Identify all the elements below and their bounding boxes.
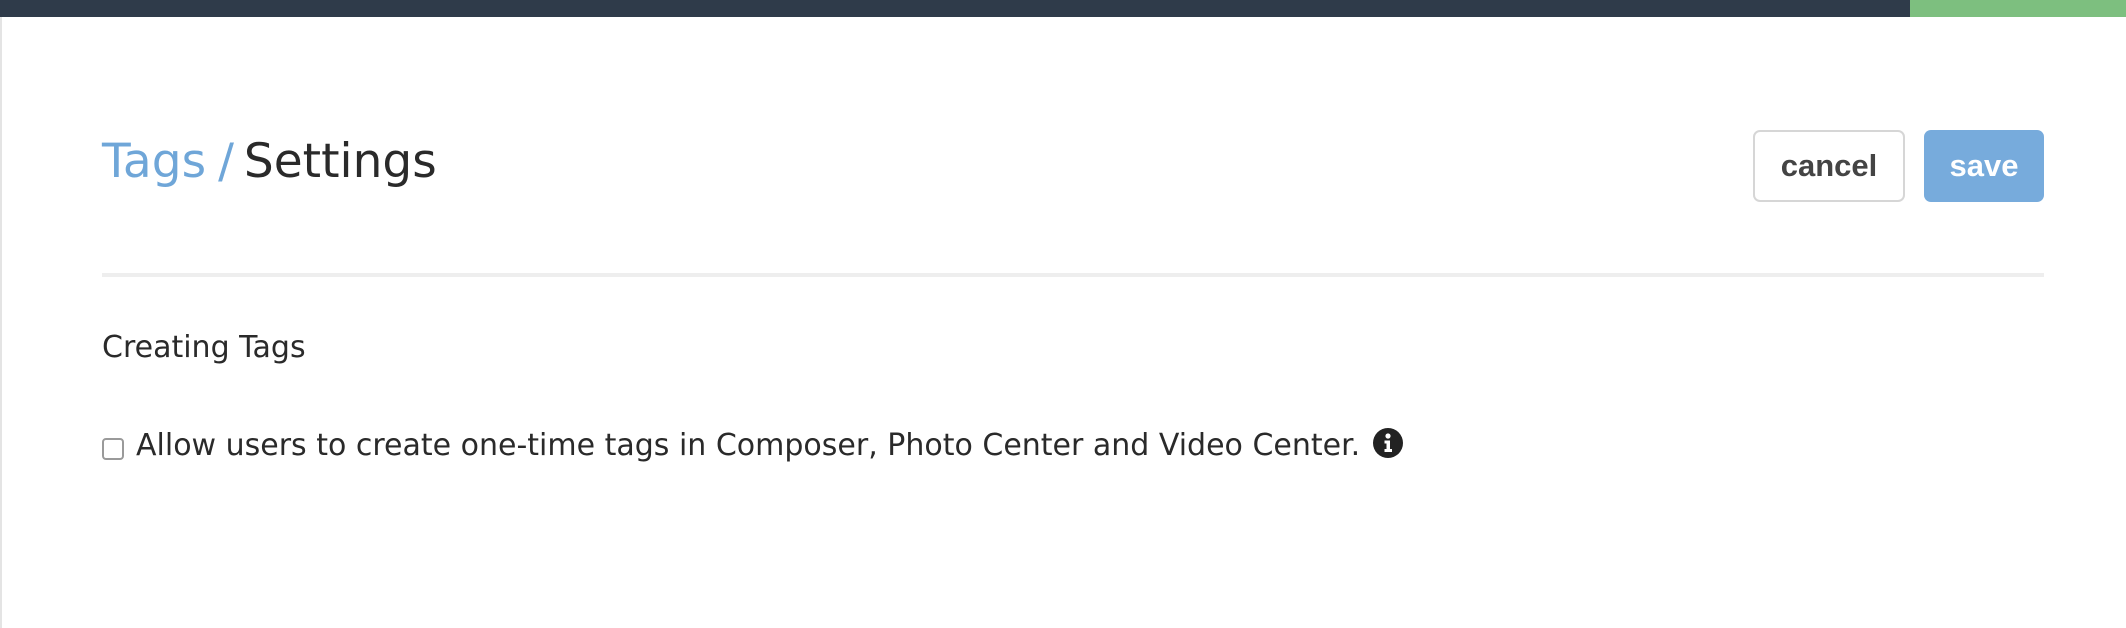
breadcrumb: Tags / Settings [102,134,437,190]
left-border [0,17,2,628]
page-header: Tags / Settings cancel save [102,124,2044,204]
save-button[interactable]: save [1924,130,2044,202]
info-circle-icon[interactable] [1372,427,1404,459]
allow-one-time-tags-label: Allow users to create one-time tags in C… [136,428,1361,463]
top-navigation-bar [0,0,2126,17]
cancel-button[interactable]: cancel [1753,130,1905,202]
header-divider [102,273,2044,277]
top-bar-accent [1910,0,2126,17]
breadcrumb-separator: / [218,134,234,189]
breadcrumb-link-tags[interactable]: Tags [102,134,206,189]
option-row: Allow users to create one-time tags in C… [102,424,1404,468]
section-title: Creating Tags [102,330,306,365]
page-title: Settings [243,134,437,189]
allow-one-time-tags-checkbox[interactable] [102,438,124,460]
